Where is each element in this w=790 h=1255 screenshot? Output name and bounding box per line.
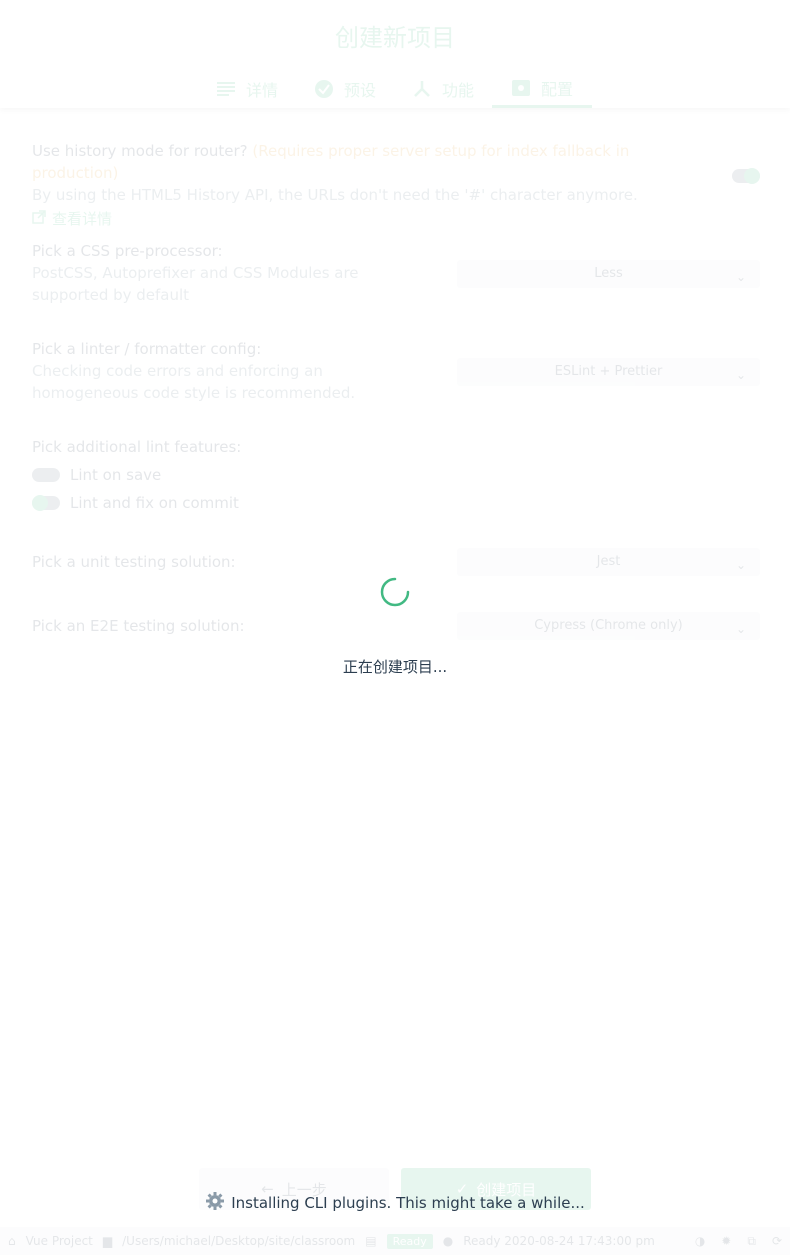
loading-spinner-icon <box>380 577 410 607</box>
install-message: Installing CLI plugins. This might take … <box>0 1191 790 1215</box>
gear-icon <box>205 1191 225 1215</box>
loading-overlay: 正在创建项目... Installing CLI plugins. This m… <box>0 0 790 1255</box>
loading-text: 正在创建项目... <box>342 658 448 676</box>
install-text: Installing CLI plugins. This might take … <box>231 1194 585 1212</box>
